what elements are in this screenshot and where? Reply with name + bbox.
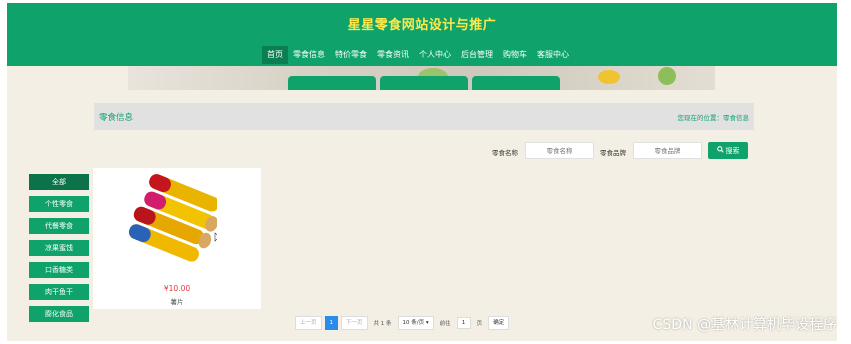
product-price: ¥10.00 <box>163 284 191 293</box>
nav-item-customer-service[interactable]: 客服中心 <box>532 46 574 64</box>
prev-page-button[interactable]: 上一页 <box>295 316 322 330</box>
product-card[interactable]: ¥10.00 薯片 <box>93 168 261 309</box>
section-title: 零食信息 <box>99 113 134 123</box>
next-page-button[interactable]: 下一页 <box>341 316 368 330</box>
goto-page-input[interactable]: 1 <box>456 317 471 329</box>
goto-label: 前往 <box>439 321 451 327</box>
main-nav: 首页 零食信息 特价零食 零食资讯 个人中心 后台管理 购物车 客服中心 <box>262 46 574 64</box>
nav-item-home[interactable]: 首页 <box>262 46 288 64</box>
site-title: 星星零食网站设计与推广 <box>347 18 497 33</box>
banner-image <box>128 66 715 90</box>
category-meal-replacement[interactable]: 代餐零食 <box>29 218 89 234</box>
nav-item-special-snacks[interactable]: 特价零食 <box>330 46 372 64</box>
category-candied-fruit[interactable]: 凉果蜜饯 <box>29 240 89 256</box>
search-button-label: 搜索 <box>725 146 740 155</box>
product-image[interactable] <box>127 173 222 273</box>
category-jerky[interactable]: 肉干鱼干 <box>29 284 89 300</box>
search-bar: 零食名称 零食品牌 搜索 <box>7 141 837 161</box>
breadcrumb: 您现在的位置：零食信息 <box>677 114 750 122</box>
nav-item-snack-info[interactable]: 零食信息 <box>288 46 330 64</box>
snack-brand-label: 零食品牌 <box>600 149 626 157</box>
page: 星星零食网站设计与推广 首页 零食信息 特价零食 零食资讯 个人中心 后台管理 … <box>7 3 837 341</box>
snack-brand-input[interactable] <box>633 142 702 159</box>
page-size-value: 10 条/页 <box>402 320 425 326</box>
confirm-button[interactable]: 确定 <box>488 316 510 330</box>
page-size-select[interactable]: 10 条/页 ▾ <box>397 316 434 330</box>
snack-name-label: 零食名称 <box>492 149 518 157</box>
nav-item-cart[interactable]: 购物车 <box>498 46 532 64</box>
chevron-down-icon: ▾ <box>425 320 429 326</box>
snack-name-input[interactable] <box>525 142 594 159</box>
category-all[interactable]: 全部 <box>29 174 89 190</box>
nav-item-snack-news[interactable]: 零食资讯 <box>372 46 414 64</box>
product-name[interactable]: 薯片 <box>93 296 261 306</box>
nav-item-admin[interactable]: 后台管理 <box>456 46 498 64</box>
site-header: 星星零食网站设计与推广 首页 零食信息 特价零食 零食资讯 个人中心 后台管理 … <box>7 3 837 66</box>
page-number-1[interactable]: 1 <box>324 316 339 330</box>
search-button[interactable]: 搜索 <box>708 142 748 159</box>
watermark: CSDN @基林计算机毕设程序 <box>652 317 837 333</box>
category-chewing-gum[interactable]: 口香糖类 <box>29 262 89 278</box>
category-personalized[interactable]: 个性零食 <box>29 196 89 212</box>
page-unit-label: 页 <box>476 321 483 327</box>
pagination: 上一页 1 下一页 共 1 条 10 条/页 ▾ 前往 1 页 确定 <box>295 316 510 330</box>
category-puffed-food[interactable]: 膨化食品 <box>29 306 89 322</box>
breadcrumb-bar: 零食信息 您现在的位置：零食信息 <box>94 103 754 130</box>
search-icon <box>716 146 724 155</box>
total-count: 共 1 条 <box>373 321 392 327</box>
nav-item-personal-center[interactable]: 个人中心 <box>414 46 456 64</box>
